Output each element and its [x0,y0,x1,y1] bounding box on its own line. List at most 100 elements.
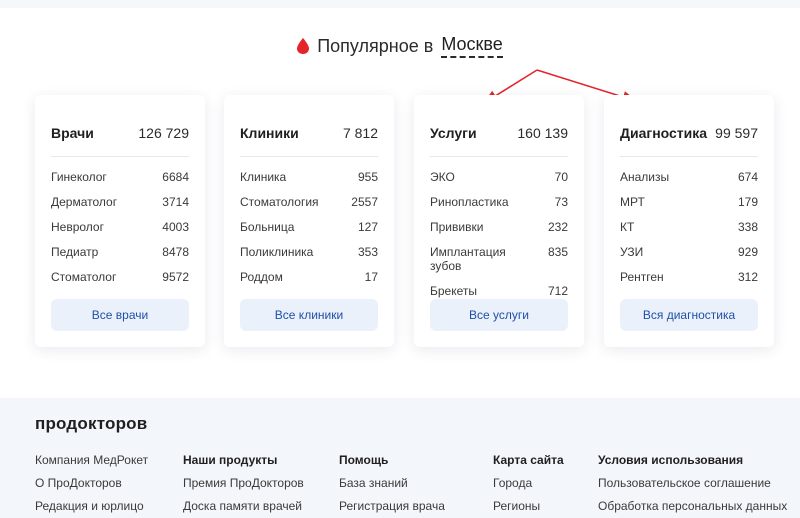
item-name: Клиника [240,170,287,184]
footer-logo[interactable]: продокторов [35,414,147,434]
item-count: 127 [357,220,378,234]
footer-link[interactable]: Обработка персональных данных [598,499,787,513]
item-count: 8478 [162,245,189,259]
item-name: УЗИ [620,245,644,259]
footer-col-products: Наши продукты Премия ПроДокторов Доска п… [183,453,304,518]
footer-col-title: Карта сайта [493,453,564,467]
card-title[interactable]: Услуги [430,125,477,141]
item-name: Рентген [620,270,664,284]
item-count: 73 [554,195,568,209]
list-item[interactable]: Педиатр 8478 [51,240,189,265]
card-title[interactable]: Клиники [240,125,299,141]
list-item[interactable]: Ринопластика 73 [430,190,568,215]
footer-link[interactable]: Компания МедРокет [35,453,148,467]
all-services-button[interactable]: Все услуги [430,299,568,331]
list-item[interactable]: Рентген 312 [620,265,758,290]
item-name: Брекеты [430,284,478,298]
item-count: 835 [547,245,568,259]
footer-link[interactable]: Редакция и юрлицо [35,499,148,513]
item-count: 179 [737,195,758,209]
item-name: Невролог [51,220,104,234]
card-header: Диагностика 99 597 [620,111,758,157]
top-strip [0,0,800,8]
popular-heading: Популярное в Москве [0,34,800,58]
card-header: Врачи 126 729 [51,111,189,157]
item-count: 17 [364,270,378,284]
footer-link[interactable]: Премия ПроДокторов [183,476,304,490]
item-name: Анализы [620,170,670,184]
list-item[interactable]: КТ 338 [620,215,758,240]
item-count: 4003 [162,220,189,234]
city-selector[interactable]: Москве [441,34,503,58]
item-name: МРТ [620,195,645,209]
list-item[interactable]: Стоматология 2557 [240,190,378,215]
card-list: Анализы 674 МРТ 179 КТ 338 УЗИ 929 Рентген 31… [620,165,758,290]
list-item[interactable]: Дерматолог 3714 [51,190,189,215]
card-count: 126 729 [138,124,189,141]
item-count: 353 [357,245,378,259]
list-item[interactable]: Больница 127 [240,215,378,240]
list-item[interactable]: УЗИ 929 [620,240,758,265]
heading-prefix: Популярное в [317,35,434,56]
footer-col-title: Условия использования [598,453,744,467]
card-list: Клиника 955 Стоматология 2557 Больница 127 … [240,165,378,290]
item-name: Педиатр [51,245,99,259]
list-item[interactable]: Поликлиника 353 [240,240,378,265]
footer-link[interactable]: О ПроДокторов [35,476,148,490]
card-doctors: Врачи 126 729 Гинеколог 6684 Дерматолог 37… [35,95,205,347]
drop-icon [297,38,310,54]
item-name: Дерматолог [51,195,118,209]
list-item[interactable]: Гинеколог 6684 [51,165,189,190]
list-item[interactable]: Прививки 232 [430,215,568,240]
list-item[interactable]: МРТ 179 [620,190,758,215]
item-name: Прививки [430,220,484,234]
footer-col-title: Помощь [339,453,389,467]
item-name: Поликлиника [240,245,314,259]
card-diagnostics: Диагностика 99 597 Анализы 674 МРТ 179 КТ 3… [604,95,774,347]
card-title[interactable]: Врачи [51,125,94,141]
footer-link[interactable]: Регистрация врача [339,499,445,513]
list-item[interactable]: Имплантация зубов 835 [430,240,568,279]
item-name: КТ [620,220,635,234]
item-name: ЭКО [430,170,455,184]
card-header: Клиники 7 812 [240,111,378,157]
footer-col-company: Компания МедРокет О ПроДокторов Редакция… [35,453,148,518]
footer-col-terms: Условия использования Пользовательское с… [598,453,787,518]
item-count: 312 [737,270,758,284]
footer-link[interactable]: Пользовательское соглашение [598,476,787,490]
item-count: 2557 [351,195,378,209]
site-footer: продокторов Компания МедРокет О ПроДокто… [0,398,800,518]
footer-col-sitemap: Карта сайта Города Регионы [493,453,564,518]
item-count: 6684 [162,170,189,184]
item-name: Ринопластика [430,195,509,209]
list-item[interactable]: Клиника 955 [240,165,378,190]
item-name: Имплантация зубов [430,245,506,273]
footer-link[interactable]: База знаний [339,476,445,490]
all-doctors-button[interactable]: Все врачи [51,299,189,331]
list-item[interactable]: ЭКО 70 [430,165,568,190]
item-count: 70 [554,170,568,184]
list-item[interactable]: Роддом 17 [240,265,378,290]
footer-link[interactable]: Регионы [493,499,564,513]
list-item[interactable]: Стоматолог 9572 [51,265,189,290]
card-list: ЭКО 70 Ринопластика 73 Прививки 232 Имплант… [430,165,568,304]
item-count: 955 [357,170,378,184]
item-count: 712 [547,284,568,298]
item-count: 9572 [162,270,189,284]
card-header: Услуги 160 139 [430,111,568,157]
card-services: Услуги 160 139 ЭКО 70 Ринопластика 73 Прив… [414,95,584,347]
card-title[interactable]: Диагностика [620,125,707,141]
footer-link[interactable]: Города [493,476,564,490]
card-count: 160 139 [517,124,568,141]
item-name: Стоматология [240,195,319,209]
item-count: 929 [737,245,758,259]
card-count: 99 597 [715,124,758,141]
list-item[interactable]: Невролог 4003 [51,215,189,240]
item-name: Гинеколог [51,170,107,184]
all-diagnostics-button[interactable]: Вся диагностика [620,299,758,331]
all-clinics-button[interactable]: Все клиники [240,299,378,331]
list-item[interactable]: Анализы 674 [620,165,758,190]
footer-link[interactable]: Доска памяти врачей [183,499,304,513]
item-name: Стоматолог [51,270,117,284]
item-count: 232 [547,220,568,234]
